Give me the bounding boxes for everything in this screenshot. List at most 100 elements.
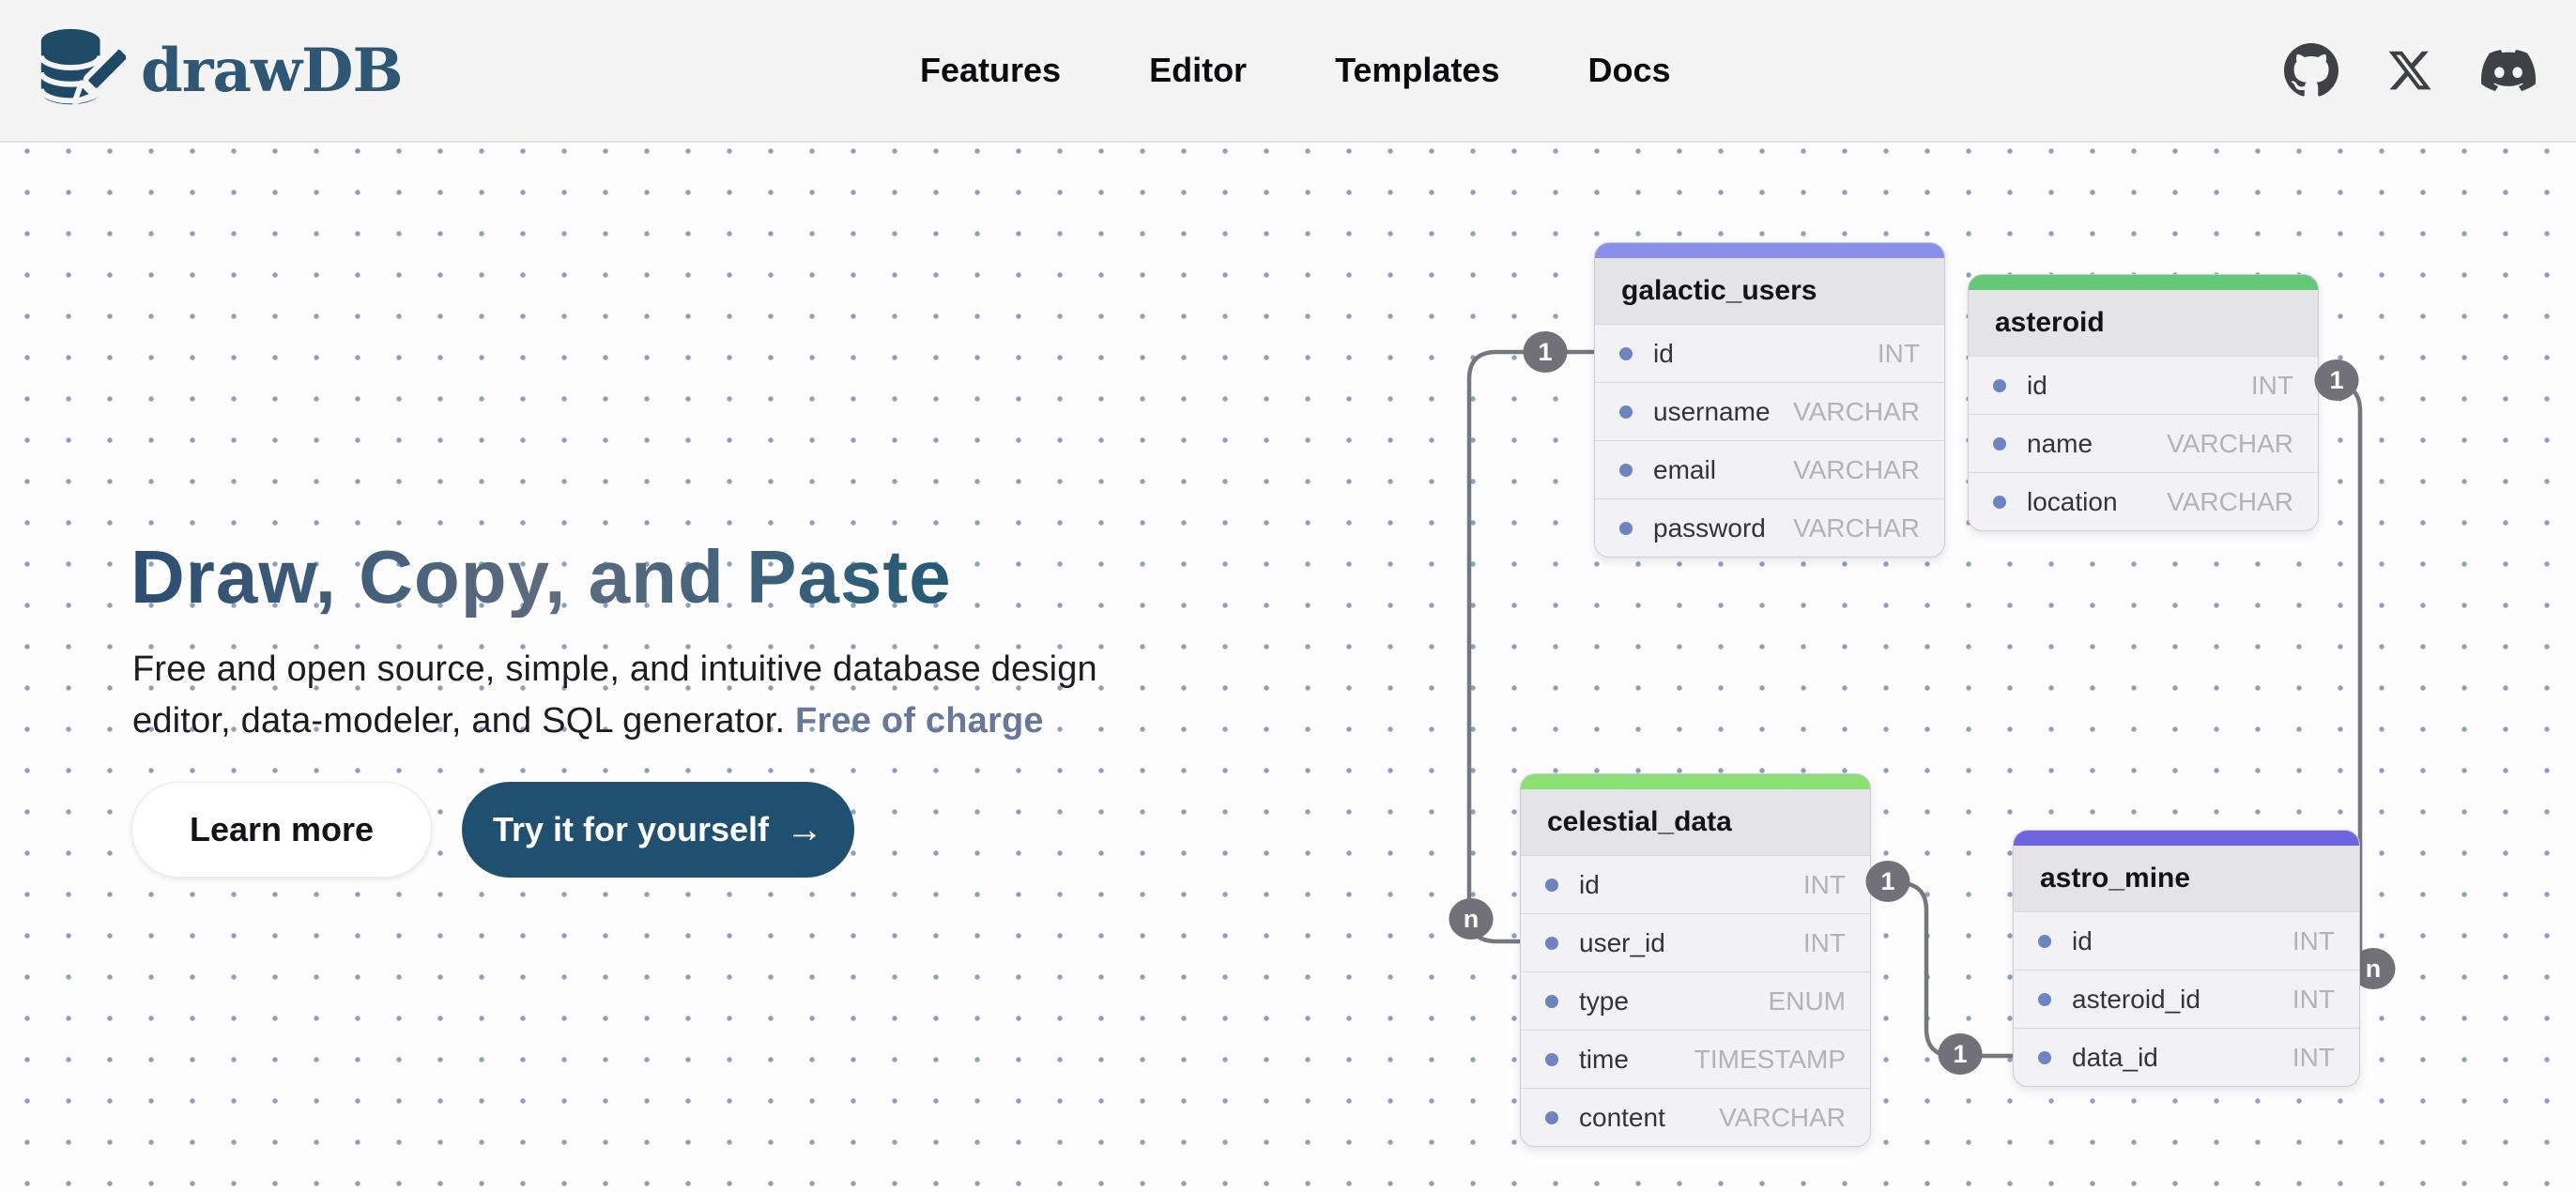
field-dot-icon — [2038, 1051, 2051, 1064]
x-twitter-icon[interactable] — [2383, 43, 2437, 98]
discord-icon[interactable] — [2481, 43, 2536, 98]
try-it-button[interactable]: Try it for yourself → — [462, 782, 854, 878]
field-type: INT — [2251, 371, 2293, 401]
table-field-row-user_id: user_id INT — [1521, 913, 1870, 971]
hero-subtitle-line2: editor, data-modeler, and SQL generator. — [132, 701, 785, 741]
field-type: VARCHAR — [1793, 397, 1920, 427]
field-name: time — [1579, 1045, 1629, 1075]
field-type: INT — [1878, 339, 1920, 369]
nav-item-editor[interactable]: Editor — [1149, 51, 1247, 90]
table-name: celestial_data — [1521, 789, 1870, 855]
nav-item-templates[interactable]: Templates — [1335, 51, 1499, 90]
table-astro_mine: astro_mineid INT asteroid_id INT data_id INT — [2013, 830, 2360, 1087]
table-field-row-username: username VARCHAR — [1595, 382, 1944, 440]
table-galactic_users: galactic_usersid INT username VARCHAR email V… — [1594, 242, 1945, 558]
table-name: galactic_users — [1595, 258, 1944, 324]
field-type: INT — [2292, 985, 2335, 1015]
drawdb-logo[interactable]: drawDB — [34, 0, 403, 141]
github-icon[interactable] — [2284, 43, 2338, 98]
field-type: INT — [2292, 926, 2335, 956]
table-field-row-data_id: data_id INT — [2014, 1028, 2359, 1086]
table-field-row-location: location VARCHAR — [1969, 472, 2318, 530]
field-dot-icon — [1619, 464, 1633, 477]
field-name: id — [1653, 339, 1674, 369]
field-name: name — [2027, 429, 2093, 459]
cardinality-badge-1: 1 — [1866, 861, 1910, 902]
table-field-row-password: password VARCHAR — [1595, 498, 1944, 557]
table-celestial_data: celestial_dataid INT user_id INT type ENUM tim… — [1520, 773, 1871, 1147]
field-name: username — [1653, 397, 1771, 427]
cardinality-badge-1: 1 — [1939, 1033, 1983, 1075]
field-type: ENUM — [1769, 986, 1846, 1016]
field-type: INT — [1803, 928, 1846, 958]
field-name: user_id — [1579, 928, 1665, 958]
table-accent-strip — [2014, 831, 2359, 846]
field-dot-icon — [1545, 879, 1558, 892]
top-navigation-bar: drawDB Features Editor Templates Docs — [0, 0, 2576, 143]
table-accent-strip — [1969, 275, 2318, 290]
table-field-row-id: id INT — [1521, 855, 1870, 913]
field-type: VARCHAR — [1793, 513, 1920, 543]
cardinality-badge-n: n — [1449, 898, 1494, 940]
social-links — [2284, 0, 2536, 141]
hero-title: Draw, Copy, and Paste — [130, 537, 952, 618]
cardinality-badge-1: 1 — [2315, 359, 2359, 401]
table-field-row-asteroid_id: asteroid_id INT — [2014, 970, 2359, 1028]
table-accent-strip — [1521, 774, 1870, 789]
field-dot-icon — [1993, 437, 2006, 451]
field-type: VARCHAR — [2167, 487, 2293, 517]
table-field-row-time: time TIMESTAMP — [1521, 1030, 1870, 1088]
field-name: id — [2072, 926, 2093, 956]
field-name: content — [1579, 1103, 1665, 1133]
table-field-row-type: type ENUM — [1521, 971, 1870, 1030]
table-name: astro_mine — [2014, 846, 2359, 911]
field-dot-icon — [2038, 935, 2051, 948]
learn-more-button[interactable]: Learn more — [131, 782, 432, 878]
field-dot-icon — [1619, 405, 1633, 419]
table-accent-strip — [1595, 243, 1944, 258]
hero-subtitle-highlight: Free of charge — [795, 701, 1044, 741]
field-name: location — [2027, 487, 2118, 517]
drawdb-database-pencil-icon — [34, 24, 126, 116]
hero-subtitle-line1: Free and open source, simple, and intuit… — [132, 649, 1097, 689]
field-name: asteroid_id — [2072, 985, 2200, 1015]
logo-wordmark: drawDB — [141, 36, 403, 106]
arrow-right-icon: → — [786, 811, 823, 848]
field-dot-icon — [1993, 379, 2006, 392]
hero-action-buttons: Learn more Try it for yourself → — [131, 782, 854, 878]
try-it-label: Try it for yourself — [493, 810, 769, 849]
table-field-row-id: id INT — [1969, 356, 2318, 414]
nav-item-features[interactable]: Features — [920, 51, 1061, 90]
table-field-row-id: id INT — [2014, 911, 2359, 970]
field-name: email — [1653, 455, 1716, 485]
field-type: TIMESTAMP — [1694, 1045, 1846, 1075]
field-dot-icon — [1619, 347, 1633, 360]
field-dot-icon — [1619, 522, 1633, 535]
field-dot-icon — [1545, 1053, 1558, 1066]
field-type: VARCHAR — [1793, 455, 1920, 485]
field-name: id — [1579, 870, 1600, 900]
table-field-row-id: id INT — [1595, 324, 1944, 382]
field-name: password — [1653, 513, 1766, 543]
field-type: VARCHAR — [2167, 429, 2293, 459]
table-field-row-content: content VARCHAR — [1521, 1088, 1870, 1146]
table-asteroid: asteroid id INT name VARCHAR location VARCHAR — [1968, 274, 2319, 531]
field-dot-icon — [2038, 993, 2051, 1006]
field-dot-icon — [1545, 937, 1558, 950]
hero-subtitle: Free and open source, simple, and intuit… — [132, 644, 1097, 747]
nav-item-docs[interactable]: Docs — [1587, 51, 1670, 90]
field-name: id — [2027, 371, 2047, 401]
field-dot-icon — [1545, 995, 1558, 1008]
field-name: data_id — [2072, 1043, 2158, 1073]
field-name: type — [1579, 986, 1629, 1016]
main-nav: Features Editor Templates Docs — [920, 0, 1671, 141]
field-type: INT — [1803, 870, 1846, 900]
cardinality-badge-1: 1 — [1524, 331, 1568, 373]
field-type: VARCHAR — [1719, 1103, 1846, 1133]
field-type: INT — [2292, 1043, 2335, 1073]
field-dot-icon — [1993, 496, 2006, 509]
table-field-row-email: email VARCHAR — [1595, 440, 1944, 498]
table-name: asteroid — [1969, 290, 2318, 356]
table-field-row-name: name VARCHAR — [1969, 414, 2318, 472]
field-dot-icon — [1545, 1111, 1558, 1124]
